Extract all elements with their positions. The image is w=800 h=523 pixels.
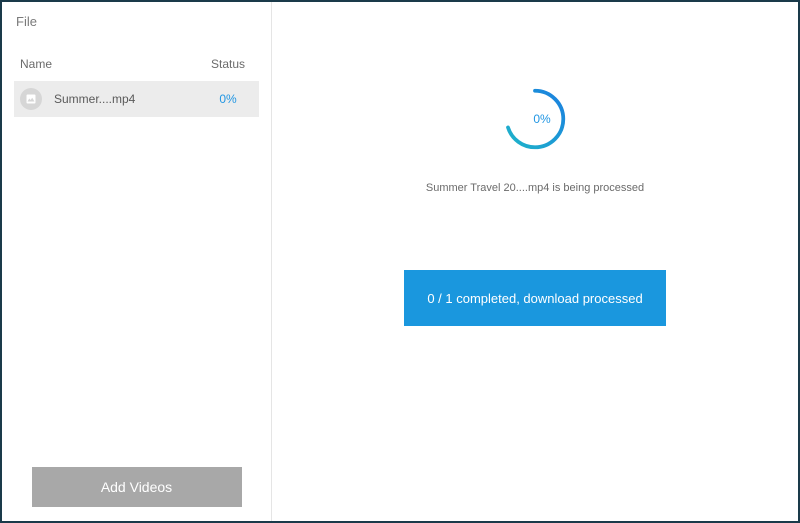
add-videos-button[interactable]: Add Videos: [32, 467, 242, 507]
app-window: File Name Status Summer....mp4 0% Add Vi…: [0, 0, 800, 523]
header-status: Status: [203, 57, 253, 71]
sidebar-title: File: [14, 10, 259, 51]
file-status: 0%: [203, 92, 253, 106]
processing-status-text: Summer Travel 20....mp4 is being process…: [426, 182, 644, 194]
header-name: Name: [20, 57, 203, 71]
download-processed-button[interactable]: 0 / 1 completed, download processed: [404, 270, 666, 326]
sidebar: File Name Status Summer....mp4 0% Add Vi…: [2, 2, 272, 521]
column-headers: Name Status: [14, 51, 259, 81]
main-panel: 0% Summer Travel 20....mp4 is being proc…: [272, 2, 798, 521]
file-name: Summer....mp4: [54, 92, 203, 106]
image-icon: [20, 88, 42, 110]
progress-spinner: 0%: [502, 86, 568, 152]
file-row[interactable]: Summer....mp4 0%: [14, 81, 259, 117]
progress-percent: 0%: [502, 86, 568, 152]
spacer: [14, 117, 259, 467]
